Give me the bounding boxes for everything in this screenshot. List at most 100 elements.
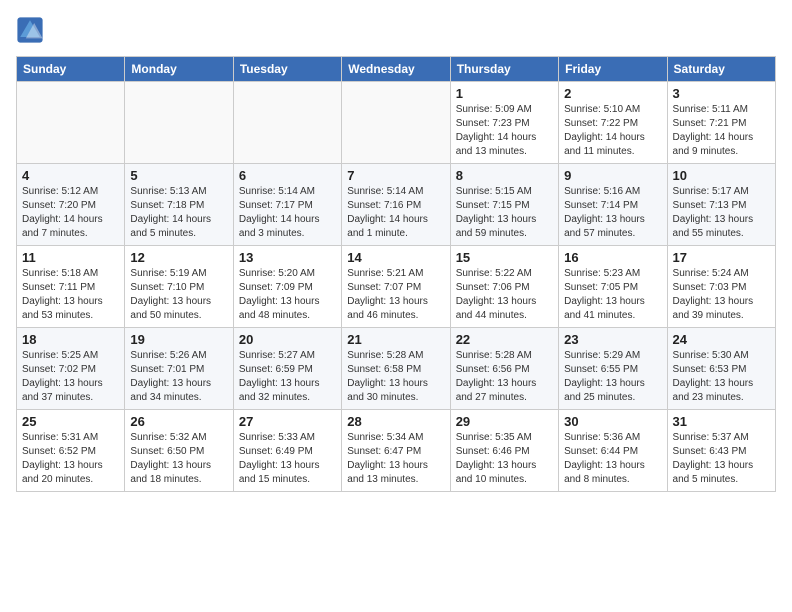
calendar-header: SundayMondayTuesdayWednesdayThursdayFrid…: [17, 57, 776, 82]
day-info: Sunrise: 5:15 AMSunset: 7:15 PMDaylight:…: [456, 185, 553, 241]
day-number: 9: [564, 168, 661, 183]
calendar-cell: 1Sunrise: 5:09 AMSunset: 7:23 PMDaylight…: [450, 82, 558, 164]
day-info: Sunrise: 5:17 AMSunset: 7:13 PMDaylight:…: [673, 185, 770, 241]
day-info: Sunrise: 5:13 AMSunset: 7:18 PMDaylight:…: [130, 185, 227, 241]
calendar-cell: 17 Sunrise: 5:24 AMSunset: 7:03 PMDayligh…: [667, 246, 775, 328]
day-number: 11: [22, 250, 119, 265]
calendar-week-2: 4 Sunrise: 5:12 AMSunset: 7:20 PMDaylight…: [17, 164, 776, 246]
calendar-cell: [17, 82, 125, 164]
day-info: Sunrise: 5:19 AMSunset: 7:10 PMDaylight:…: [130, 267, 227, 323]
weekday-header-row: SundayMondayTuesdayWednesdayThursdayFrid…: [17, 57, 776, 82]
day-info: Sunrise: 5:20 AMSunset: 7:09 PMDaylight:…: [239, 267, 336, 323]
calendar-cell: 4 Sunrise: 5:12 AMSunset: 7:20 PMDaylight…: [17, 164, 125, 246]
day-info: Sunrise: 5:24 AMSunset: 7:03 PMDaylight:…: [673, 267, 770, 323]
day-number: 21: [347, 332, 444, 347]
day-info: Sunrise: 5:28 AMSunset: 6:56 PMDaylight:…: [456, 349, 553, 405]
day-number: 17: [673, 250, 770, 265]
calendar-cell: 23 Sunrise: 5:29 AMSunset: 6:55 PMDayligh…: [559, 328, 667, 410]
day-info: Sunrise: 5:30 AMSunset: 6:53 PMDaylight:…: [673, 349, 770, 405]
weekday-header-thursday: Thursday: [450, 57, 558, 82]
calendar-body: 1Sunrise: 5:09 AMSunset: 7:23 PMDaylight…: [17, 82, 776, 492]
calendar-cell: 6Sunrise: 5:14 AMSunset: 7:17 PMDaylight…: [233, 164, 341, 246]
day-info: Sunrise: 5:31 AMSunset: 6:52 PMDaylight:…: [22, 431, 119, 487]
day-number: 2: [564, 86, 661, 101]
day-number: 5: [130, 168, 227, 183]
page-header: [16, 16, 776, 44]
day-info: Sunrise: 5:36 AMSunset: 6:44 PMDaylight:…: [564, 431, 661, 487]
calendar-cell: [233, 82, 341, 164]
day-number: 12: [130, 250, 227, 265]
day-info: Sunrise: 5:14 AMSunset: 7:16 PMDaylight:…: [347, 185, 444, 241]
calendar-cell: 31Sunrise: 5:37 AMSunset: 6:43 PMDayligh…: [667, 410, 775, 492]
day-number: 18: [22, 332, 119, 347]
calendar-cell: 26Sunrise: 5:32 AMSunset: 6:50 PMDayligh…: [125, 410, 233, 492]
calendar-cell: 25 Sunrise: 5:31 AMSunset: 6:52 PMDayligh…: [17, 410, 125, 492]
weekday-header-saturday: Saturday: [667, 57, 775, 82]
calendar-cell: 8 Sunrise: 5:15 AMSunset: 7:15 PMDaylight…: [450, 164, 558, 246]
calendar-cell: 20 Sunrise: 5:27 AMSunset: 6:59 PMDayligh…: [233, 328, 341, 410]
calendar-cell: 18Sunrise: 5:25 AMSunset: 7:02 PMDayligh…: [17, 328, 125, 410]
day-info: Sunrise: 5:29 AMSunset: 6:55 PMDaylight:…: [564, 349, 661, 405]
day-number: 26: [130, 414, 227, 429]
day-number: 15: [456, 250, 553, 265]
calendar-cell: 22Sunrise: 5:28 AMSunset: 6:56 PMDayligh…: [450, 328, 558, 410]
day-info: Sunrise: 5:27 AMSunset: 6:59 PMDaylight:…: [239, 349, 336, 405]
calendar-cell: 15 Sunrise: 5:22 AMSunset: 7:06 PMDayligh…: [450, 246, 558, 328]
day-info: Sunrise: 5:11 AMSunset: 7:21 PMDaylight:…: [673, 103, 770, 159]
calendar-cell: 24Sunrise: 5:30 AMSunset: 6:53 PMDayligh…: [667, 328, 775, 410]
day-info: Sunrise: 5:18 AMSunset: 7:11 PMDaylight:…: [22, 267, 119, 323]
day-number: 10: [673, 168, 770, 183]
day-number: 19: [130, 332, 227, 347]
calendar-cell: 19 Sunrise: 5:26 AMSunset: 7:01 PMDayligh…: [125, 328, 233, 410]
day-number: 7: [347, 168, 444, 183]
day-number: 3: [673, 86, 770, 101]
day-number: 13: [239, 250, 336, 265]
day-number: 28: [347, 414, 444, 429]
calendar-cell: 3 Sunrise: 5:11 AMSunset: 7:21 PMDaylight…: [667, 82, 775, 164]
day-info: Sunrise: 5:16 AMSunset: 7:14 PMDaylight:…: [564, 185, 661, 241]
day-number: 29: [456, 414, 553, 429]
day-info: Sunrise: 5:35 AMSunset: 6:46 PMDaylight:…: [456, 431, 553, 487]
day-number: 6: [239, 168, 336, 183]
day-number: 20: [239, 332, 336, 347]
weekday-header-tuesday: Tuesday: [233, 57, 341, 82]
calendar-cell: [125, 82, 233, 164]
calendar-cell: 29 Sunrise: 5:35 AMSunset: 6:46 PMDayligh…: [450, 410, 558, 492]
calendar-cell: 16 Sunrise: 5:23 AMSunset: 7:05 PMDayligh…: [559, 246, 667, 328]
calendar-cell: [342, 82, 450, 164]
calendar-cell: 13 Sunrise: 5:20 AMSunset: 7:09 PMDayligh…: [233, 246, 341, 328]
calendar-cell: 2 Sunrise: 5:10 AMSunset: 7:22 PMDaylight…: [559, 82, 667, 164]
day-info: Sunrise: 5:12 AMSunset: 7:20 PMDaylight:…: [22, 185, 119, 241]
calendar-cell: 21 Sunrise: 5:28 AMSunset: 6:58 PMDayligh…: [342, 328, 450, 410]
day-info: Sunrise: 5:26 AMSunset: 7:01 PMDaylight:…: [130, 349, 227, 405]
day-number: 4: [22, 168, 119, 183]
day-info: Sunrise: 5:21 AMSunset: 7:07 PMDaylight:…: [347, 267, 444, 323]
calendar-cell: 11 Sunrise: 5:18 AMSunset: 7:11 PMDayligh…: [17, 246, 125, 328]
day-number: 25: [22, 414, 119, 429]
calendar-week-4: 18Sunrise: 5:25 AMSunset: 7:02 PMDayligh…: [17, 328, 776, 410]
calendar-cell: 5 Sunrise: 5:13 AMSunset: 7:18 PMDaylight…: [125, 164, 233, 246]
day-number: 1: [456, 86, 553, 101]
calendar-week-3: 11 Sunrise: 5:18 AMSunset: 7:11 PMDayligh…: [17, 246, 776, 328]
day-info: Sunrise: 5:34 AMSunset: 6:47 PMDaylight:…: [347, 431, 444, 487]
weekday-header-friday: Friday: [559, 57, 667, 82]
calendar-cell: 30 Sunrise: 5:36 AMSunset: 6:44 PMDayligh…: [559, 410, 667, 492]
day-info: Sunrise: 5:37 AMSunset: 6:43 PMDaylight:…: [673, 431, 770, 487]
day-number: 14: [347, 250, 444, 265]
calendar-cell: 12 Sunrise: 5:19 AMSunset: 7:10 PMDayligh…: [125, 246, 233, 328]
day-number: 16: [564, 250, 661, 265]
day-number: 8: [456, 168, 553, 183]
day-info: Sunrise: 5:10 AMSunset: 7:22 PMDaylight:…: [564, 103, 661, 159]
calendar-cell: 14 Sunrise: 5:21 AMSunset: 7:07 PMDayligh…: [342, 246, 450, 328]
day-number: 30: [564, 414, 661, 429]
calendar-week-1: 1Sunrise: 5:09 AMSunset: 7:23 PMDaylight…: [17, 82, 776, 164]
day-number: 27: [239, 414, 336, 429]
calendar-cell: 10 Sunrise: 5:17 AMSunset: 7:13 PMDayligh…: [667, 164, 775, 246]
day-info: Sunrise: 5:23 AMSunset: 7:05 PMDaylight:…: [564, 267, 661, 323]
day-info: Sunrise: 5:22 AMSunset: 7:06 PMDaylight:…: [456, 267, 553, 323]
day-info: Sunrise: 5:33 AMSunset: 6:49 PMDaylight:…: [239, 431, 336, 487]
day-info: Sunrise: 5:28 AMSunset: 6:58 PMDaylight:…: [347, 349, 444, 405]
calendar-cell: 28 Sunrise: 5:34 AMSunset: 6:47 PMDayligh…: [342, 410, 450, 492]
weekday-header-wednesday: Wednesday: [342, 57, 450, 82]
day-number: 23: [564, 332, 661, 347]
